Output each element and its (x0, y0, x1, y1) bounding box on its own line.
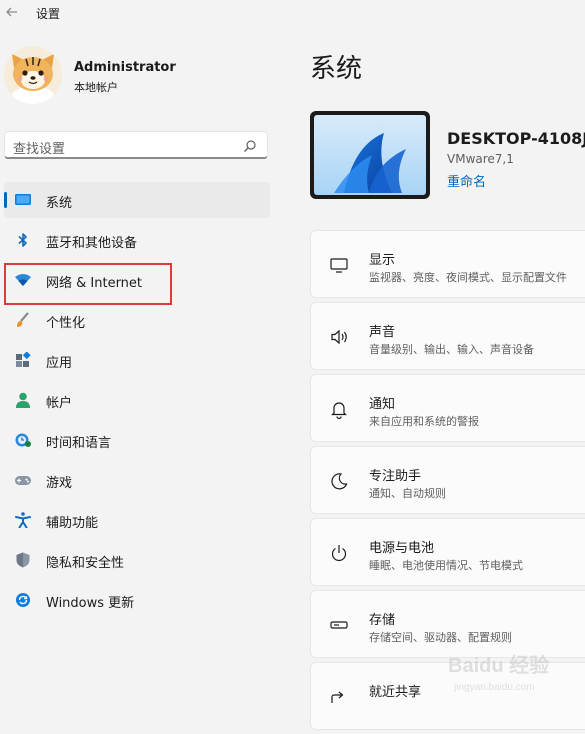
avatar[interactable] (4, 46, 62, 104)
account-type: 本地帐户 (74, 81, 118, 94)
sidebar-item-label: 游戏 (46, 476, 73, 491)
accessibility-icon (14, 512, 32, 529)
sidebar-item-label: 帐户 (46, 396, 73, 411)
sidebar-item-bluetooth[interactable]: 蓝牙和其他设备 (4, 222, 270, 258)
share-icon (329, 687, 349, 707)
sidebar-item-label: 个性化 (46, 316, 86, 331)
device-name: DESKTOP-4108J8 (447, 129, 585, 148)
sidebar-item-accounts[interactable]: 帐户 (4, 382, 270, 418)
device-model: VMware7,1 (447, 152, 514, 166)
window-title: 设置 (36, 7, 61, 21)
card-subtitle: 存储空间、驱动器、配置规则 (369, 631, 512, 644)
sidebar-item-label: 系统 (46, 196, 73, 211)
card-title: 电源与电池 (369, 541, 435, 556)
card-title: 声音 (369, 325, 396, 340)
sidebar-item-label: 隐私和安全性 (46, 556, 125, 571)
device-thumbnail (310, 111, 430, 199)
user-profile[interactable]: Administrator 本地帐户 (0, 40, 290, 110)
rename-link[interactable]: 重命名 (447, 171, 486, 190)
card-subtitle: 通知、自动规则 (369, 487, 446, 500)
card-title: 显示 (369, 253, 396, 268)
baidu-watermark: Baidu 经验 jingyan.baidu.com (446, 648, 582, 696)
search-input[interactable]: 查找设置 (4, 131, 268, 159)
sidebar-item-label: Windows 更新 (46, 596, 135, 611)
device-info: DESKTOP-4108J8 VMware7,1 重命名 (310, 111, 585, 201)
update-icon (14, 592, 32, 608)
setting-card-focus-assist[interactable]: 专注助手 通知、自动规则 (310, 446, 585, 514)
sidebar-item-privacy[interactable]: 隐私和安全性 (4, 542, 270, 578)
power-icon (329, 543, 349, 563)
sidebar-item-apps[interactable]: 应用 (4, 342, 270, 378)
sidebar-item-accessibility[interactable]: 辅助功能 (4, 502, 270, 538)
card-subtitle: 音量级别、输出、输入、声音设备 (369, 343, 534, 356)
setting-card-display[interactable]: 显示 监视器、亮度、夜间模式、显示配置文件 (310, 230, 585, 298)
speaker-icon (329, 327, 349, 347)
card-subtitle: 监视器、亮度、夜间模式、显示配置文件 (369, 271, 567, 284)
clock-globe-icon (14, 432, 32, 448)
gamepad-icon (14, 472, 32, 488)
card-title: 通知 (369, 397, 396, 412)
sidebar-item-label: 蓝牙和其他设备 (46, 236, 138, 251)
card-subtitle: 睡眠、电池使用情况、节电模式 (369, 559, 523, 572)
card-title: 专注助手 (369, 469, 422, 484)
card-subtitle: 来自应用和系统的警报 (369, 415, 479, 428)
moon-icon (329, 471, 349, 491)
sidebar-item-personalization[interactable]: 个性化 (4, 302, 270, 338)
setting-card-sound[interactable]: 声音 音量级别、输出、输入、声音设备 (310, 302, 585, 370)
watermark-subtext: jingyan.baidu.com (453, 682, 535, 693)
user-name: Administrator (74, 60, 176, 75)
system-icon (14, 192, 32, 208)
page-title: 系统 (310, 54, 363, 84)
setting-card-notifications[interactable]: 通知 来自应用和系统的警报 (310, 374, 585, 442)
search-icon[interactable] (243, 138, 257, 152)
watermark-text: Baidu 经验 (448, 653, 549, 677)
sidebar-item-gaming[interactable]: 游戏 (4, 462, 270, 498)
brush-icon (14, 312, 32, 328)
setting-card-power[interactable]: 电源与电池 睡眠、电池使用情况、节电模式 (310, 518, 585, 586)
monitor-icon (329, 255, 349, 275)
title-bar: 设置 (0, 0, 585, 26)
search-placeholder: 查找设置 (13, 142, 66, 157)
sidebar-item-system[interactable]: 系统 (4, 182, 270, 218)
storage-icon (329, 615, 349, 635)
bell-icon (329, 399, 349, 420)
sidebar-item-windows-update[interactable]: Windows 更新 (4, 582, 270, 618)
highlight-annotation-box (4, 263, 172, 305)
sidebar-item-label: 辅助功能 (46, 516, 99, 531)
shield-icon (14, 552, 32, 568)
sidebar-item-time-language[interactable]: 时间和语言 (4, 422, 270, 458)
sidebar-item-label: 应用 (46, 356, 73, 371)
apps-icon (14, 351, 32, 368)
sidebar-nav: 系统 蓝牙和其他设备 网络 & Internet 个性化 应用 帐户 时间和语言… (4, 182, 270, 622)
sidebar-item-label: 时间和语言 (46, 436, 112, 451)
card-title: 存储 (369, 613, 396, 628)
back-arrow-icon[interactable] (4, 5, 20, 21)
person-icon (14, 392, 32, 408)
bluetooth-icon (14, 232, 32, 248)
card-title: 就近共享 (369, 685, 422, 700)
